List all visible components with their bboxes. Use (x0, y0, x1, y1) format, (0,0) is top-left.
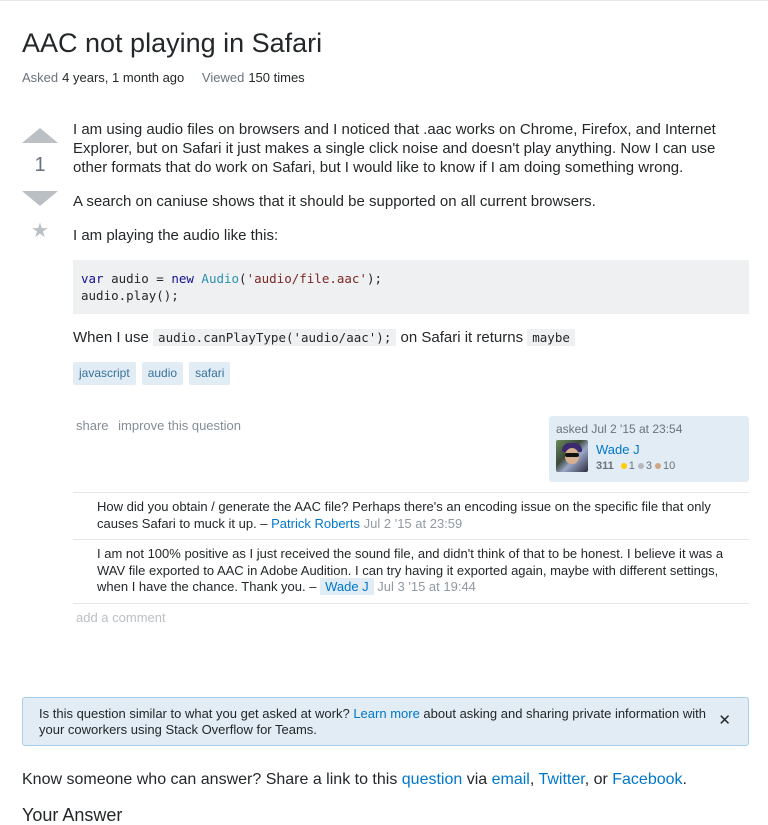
code-token: ( (239, 271, 247, 286)
inline-code: audio.canPlayType('audio/aac'); (153, 329, 397, 346)
asked-label: Asked (22, 70, 59, 85)
notice-text: Is this question similar to what you get… (39, 706, 354, 721)
comment-list: How did you obtain / generate the AAC fi… (73, 492, 749, 604)
downvote-arrow-icon[interactable] (22, 191, 58, 206)
top-divider (0, 0, 768, 3)
inline-code: maybe (527, 329, 575, 346)
upvote-arrow-icon[interactable] (22, 128, 58, 143)
body-text: When I use (73, 329, 154, 346)
share-link[interactable]: share (76, 418, 109, 433)
comment-date[interactable]: Jul 2 '15 at 23:59 (364, 516, 463, 531)
question-body: I am using audio files on browsers and I… (73, 120, 749, 385)
body-paragraph: I am playing the audio like this: (73, 227, 279, 244)
share-text: Know someone who can answer? Share a lin… (22, 771, 402, 788)
email-link[interactable]: email (492, 771, 530, 788)
code-token: new (171, 271, 194, 286)
viewed-label: Viewed (201, 70, 245, 85)
facebook-link[interactable]: Facebook (612, 771, 682, 788)
share-text: . (682, 771, 687, 788)
avatar-glasses (565, 453, 579, 457)
comment: How did you obtain / generate the AAC fi… (73, 492, 749, 539)
vote-cell: 1 ★ (22, 128, 58, 243)
comment-user-link[interactable]: Patrick Roberts (271, 516, 360, 531)
question-meta: Asked 4 years, 1 month ago Viewed 150 time… (22, 70, 319, 85)
learn-more-link[interactable]: Learn more (353, 706, 419, 721)
owner-user-card: asked Jul 2 '15 at 23:54 Wade J 311 1 3 10 (549, 416, 749, 482)
improve-question-link[interactable]: improve this question (118, 418, 241, 433)
question-link[interactable]: question (402, 771, 463, 788)
gold-badge-icon (620, 462, 627, 469)
bronze-badge-count: 10 (663, 460, 676, 472)
silver-badge-icon (637, 462, 644, 469)
reputation-score: 311 (596, 460, 614, 472)
code-token: ); (367, 271, 383, 286)
comment-user-link[interactable]: Wade J (320, 578, 374, 595)
tag-list: javascript audio safari (73, 362, 749, 385)
share-text: via (462, 771, 492, 788)
question-title[interactable]: AAC not playing in Safari (22, 28, 322, 59)
share-prompt: Know someone who can answer? Share a lin… (22, 771, 687, 789)
favorite-star-icon[interactable]: ★ (22, 218, 58, 243)
body-paragraph: A search on caniuse shows that it should… (73, 193, 596, 210)
user-reputation: 311 1 3 10 (596, 460, 675, 472)
code-token: 'audio/file.aac' (246, 271, 367, 286)
viewed-value: 150 times (248, 70, 305, 85)
tag-javascript[interactable]: javascript (73, 362, 136, 385)
code-token: audio.play(); (81, 288, 179, 303)
gold-badge-count: 1 (628, 460, 635, 472)
body-text: on Safari it returns (396, 329, 528, 346)
asked-timestamp: asked Jul 2 '15 at 23:54 (556, 422, 683, 436)
user-name-link[interactable]: Wade J (596, 442, 640, 457)
bronze-badge-icon (655, 462, 661, 469)
code-block: var audio = new Audio('audio/file.aac');… (73, 260, 749, 314)
silver-badge-count: 3 (645, 460, 652, 472)
add-comment-link[interactable]: add a comment (76, 610, 166, 625)
code-token: Audio (193, 271, 240, 286)
code-token: audio = (103, 271, 172, 286)
body-paragraph: I am using audio files on browsers and I… (73, 121, 716, 176)
asked-value: 4 years, 1 month ago (62, 70, 185, 85)
teams-notice: Is this question similar to what you get… (22, 697, 749, 746)
body-paragraph: When I use audio.canPlayType('audio/aac'… (73, 328, 749, 347)
avatar[interactable] (556, 440, 588, 472)
comment-date[interactable]: Jul 3 '15 at 19:44 (377, 579, 476, 594)
close-icon[interactable]: ✕ (718, 713, 731, 729)
tag-safari[interactable]: safari (189, 362, 231, 385)
your-answer-heading: Your Answer (22, 805, 123, 825)
share-text: , or (584, 771, 613, 788)
twitter-link[interactable]: Twitter (538, 771, 584, 788)
code-token: var (81, 271, 104, 286)
tag-audio[interactable]: audio (141, 362, 184, 385)
vote-count: 1 (34, 154, 46, 176)
post-menu: share improve this question (76, 418, 247, 433)
comment: I am not 100% positive as I just receive… (73, 539, 749, 604)
